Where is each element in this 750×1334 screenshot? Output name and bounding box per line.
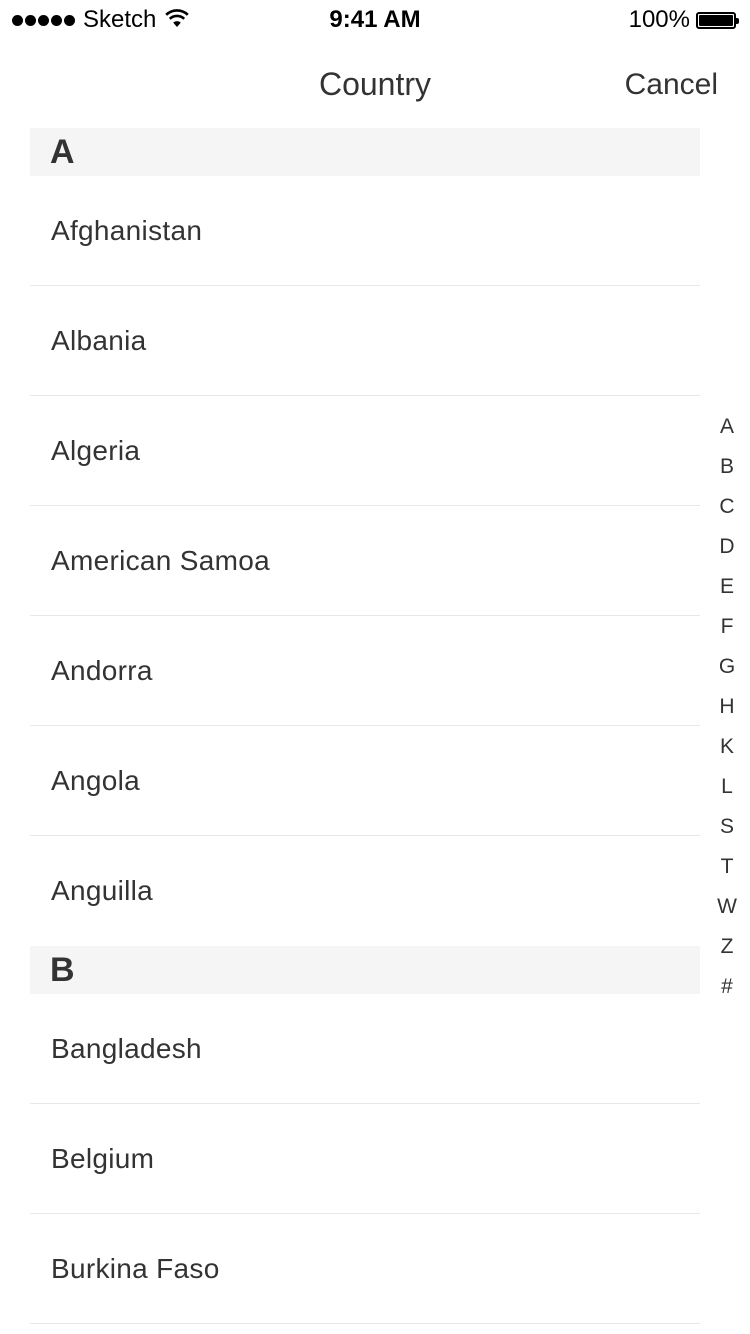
list-item-albania[interactable]: Albania: [30, 286, 700, 396]
list-item-label: Afghanistan: [51, 214, 203, 246]
list-item-label: Anguilla: [51, 875, 154, 906]
section-letter: B: [50, 950, 75, 989]
list-item-label: American Samoa: [51, 544, 270, 576]
list-item-label: Angola: [51, 764, 140, 796]
status-bar: Sketch 9:41 AM 100%: [0, 0, 750, 40]
list-item-label: Belgium: [51, 1142, 155, 1174]
section-header-a: A: [30, 128, 700, 176]
list-item-algeria[interactable]: Algeria: [30, 396, 700, 506]
section-letter: A: [50, 132, 75, 171]
list-item-label: Algeria: [51, 434, 141, 466]
list-item-american-samoa[interactable]: American Samoa: [30, 506, 700, 616]
index-letter-d[interactable]: D: [712, 527, 742, 567]
list-item-andorra[interactable]: Andorra: [30, 616, 700, 726]
country-list[interactable]: A Afghanistan Albania Algeria American S…: [30, 128, 700, 1324]
index-letter-c[interactable]: C: [712, 487, 742, 527]
index-letter-h[interactable]: H: [712, 687, 742, 727]
index-letter-a[interactable]: A: [712, 407, 742, 447]
index-letter-b[interactable]: B: [712, 447, 742, 487]
index-letter-w[interactable]: W: [712, 887, 742, 927]
index-letter-g[interactable]: G: [712, 647, 742, 687]
list-item-anguilla[interactable]: Anguilla: [30, 836, 700, 946]
alphabet-index[interactable]: A B C D E F G H K L S T W Z #: [712, 407, 742, 1007]
index-letter-t[interactable]: T: [712, 847, 742, 887]
nav-bar: Country Cancel: [0, 40, 750, 128]
index-letter-k[interactable]: K: [712, 727, 742, 767]
index-letter-l[interactable]: L: [712, 767, 742, 807]
list-item-bangladesh[interactable]: Bangladesh: [30, 994, 700, 1104]
battery-percent: 100%: [628, 6, 690, 33]
list-item-belgium[interactable]: Belgium: [30, 1104, 700, 1214]
status-right: 100%: [628, 6, 739, 33]
index-letter-f[interactable]: F: [712, 607, 742, 647]
list-item-label: Andorra: [51, 654, 153, 686]
section-header-b: B: [30, 946, 700, 994]
list-item-afghanistan[interactable]: Afghanistan: [30, 176, 700, 286]
list-item-label: Burkina Faso: [51, 1252, 220, 1284]
index-letter-z[interactable]: Z: [712, 927, 742, 967]
index-letter-s[interactable]: S: [712, 807, 742, 847]
list-item-label: Albania: [51, 324, 147, 356]
list-item-label: Bangladesh: [51, 1032, 202, 1064]
index-letter-e[interactable]: E: [712, 567, 742, 607]
list-item-burkina-faso[interactable]: Burkina Faso: [30, 1214, 700, 1324]
list-item-angola[interactable]: Angola: [30, 726, 700, 836]
battery-icon: [696, 11, 739, 29]
index-letter-hash[interactable]: #: [712, 967, 742, 1007]
cancel-button[interactable]: Cancel: [625, 68, 718, 102]
